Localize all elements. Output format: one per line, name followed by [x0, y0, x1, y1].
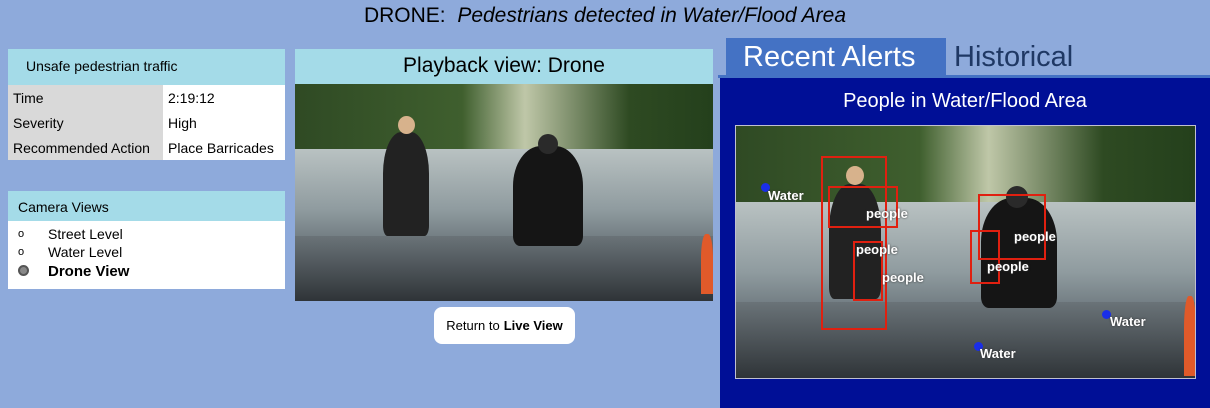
- camera-option-label: Drone View: [48, 263, 130, 280]
- incident-value: Place Barricades: [163, 135, 285, 160]
- return-to-live-view-button[interactable]: Return to Live View: [434, 307, 575, 344]
- incident-table: Time 2:19:12 Severity High Recommended A…: [8, 85, 285, 160]
- detection-label: people: [1014, 229, 1056, 244]
- camera-option-drone[interactable]: Drone View: [18, 261, 285, 282]
- title-text: Pedestrians detected in Water/Flood Area: [457, 4, 847, 27]
- table-row: Severity High: [8, 110, 285, 135]
- tab-historical[interactable]: Historical: [954, 38, 1154, 77]
- playback-video[interactable]: [295, 84, 713, 301]
- alert-title: People in Water/Flood Area: [843, 90, 1087, 112]
- camera-option-water[interactable]: o Water Level: [18, 243, 285, 261]
- water-label: Water: [1110, 314, 1146, 329]
- page-title: DRONE: Pedestrians detected in Water/Flo…: [0, 4, 1210, 28]
- playback-heading: Playback view: Drone: [295, 49, 713, 84]
- button-bold-label: Live View: [503, 318, 563, 333]
- camera-option-label: Water Level: [48, 244, 123, 260]
- incident-key: Recommended Action: [8, 135, 163, 160]
- radio-empty-icon[interactable]: o: [18, 246, 48, 258]
- title-prefix: DRONE:: [363, 4, 446, 27]
- table-row: Recommended Action Place Barricades: [8, 135, 285, 160]
- incident-heading: Unsafe pedestrian traffic: [8, 49, 285, 85]
- incident-value: High: [163, 110, 285, 135]
- button-prefix: Return to: [446, 318, 500, 333]
- radio-selected-icon[interactable]: [18, 264, 48, 279]
- detection-label: people: [856, 242, 898, 257]
- water-label: Water: [980, 346, 1016, 361]
- table-row: Time 2:19:12: [8, 85, 285, 110]
- detection-label: people: [987, 259, 1029, 274]
- detection-label: people: [866, 206, 908, 221]
- incident-value: 2:19:12: [163, 85, 285, 110]
- incident-key: Severity: [8, 110, 163, 135]
- camera-views-heading: Camera Views: [8, 191, 285, 221]
- water-label: Water: [768, 188, 804, 203]
- camera-views-list: o Street Level o Water Level Drone View: [8, 221, 285, 289]
- detection-box: [970, 230, 1000, 284]
- tab-recent-alerts[interactable]: Recent Alerts: [726, 38, 946, 77]
- incident-key: Time: [8, 85, 163, 110]
- camera-option-street[interactable]: o Street Level: [18, 225, 285, 243]
- alert-detection-image[interactable]: people people people people people Water…: [735, 125, 1196, 379]
- radio-empty-icon[interactable]: o: [18, 228, 48, 240]
- detection-label: people: [882, 270, 924, 285]
- camera-option-label: Street Level: [48, 226, 123, 242]
